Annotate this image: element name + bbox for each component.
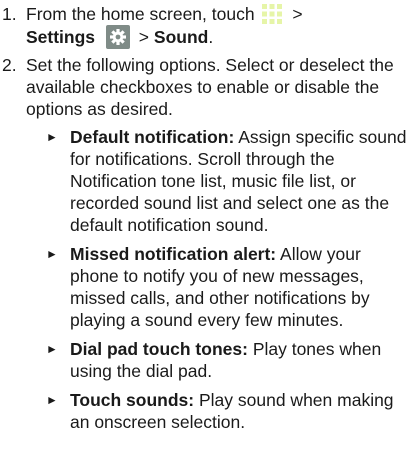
bullet-arrow-icon: ►: [46, 247, 58, 261]
step-text: Set the following options. Select or des…: [26, 55, 394, 119]
settings-label: Settings: [26, 27, 96, 47]
separator: >: [138, 27, 150, 47]
step-2: 2. Set the following options. Select or …: [0, 54, 412, 433]
option-dial-pad-touch-tones: ► Dial pad touch tones: Play tones when …: [44, 338, 412, 382]
option-touch-sounds: ► Touch sounds: Play sound when making a…: [44, 389, 412, 433]
option-title: Missed notification alert:: [70, 244, 277, 264]
step-number: 2.: [2, 55, 17, 75]
option-title: Touch sounds:: [70, 390, 195, 410]
bullet-arrow-icon: ►: [46, 130, 58, 144]
sound-label: Sound: [153, 27, 209, 47]
bullet-arrow-icon: ►: [46, 393, 58, 407]
separator: >: [292, 4, 303, 24]
gear-icon: [105, 25, 130, 49]
step-1: 1. From the home screen, touch > Setting…: [0, 3, 412, 49]
period: .: [208, 27, 214, 47]
instruction-document: 1. From the home screen, touch > Setting…: [0, 0, 412, 440]
bullet-arrow-icon: ►: [46, 342, 58, 356]
option-title: Dial pad touch tones:: [70, 339, 248, 359]
option-title: Default notification:: [70, 127, 235, 147]
step-text: From the home screen, touch: [26, 4, 255, 24]
options-list: ► Default notification: Assign specific …: [26, 126, 412, 433]
option-default-notification: ► Default notification: Assign specific …: [44, 126, 412, 236]
apps-grid-icon: [262, 4, 283, 24]
option-missed-notification-alert: ► Missed notification alert: Allow your …: [44, 243, 412, 331]
step-number: 1.: [2, 4, 17, 24]
